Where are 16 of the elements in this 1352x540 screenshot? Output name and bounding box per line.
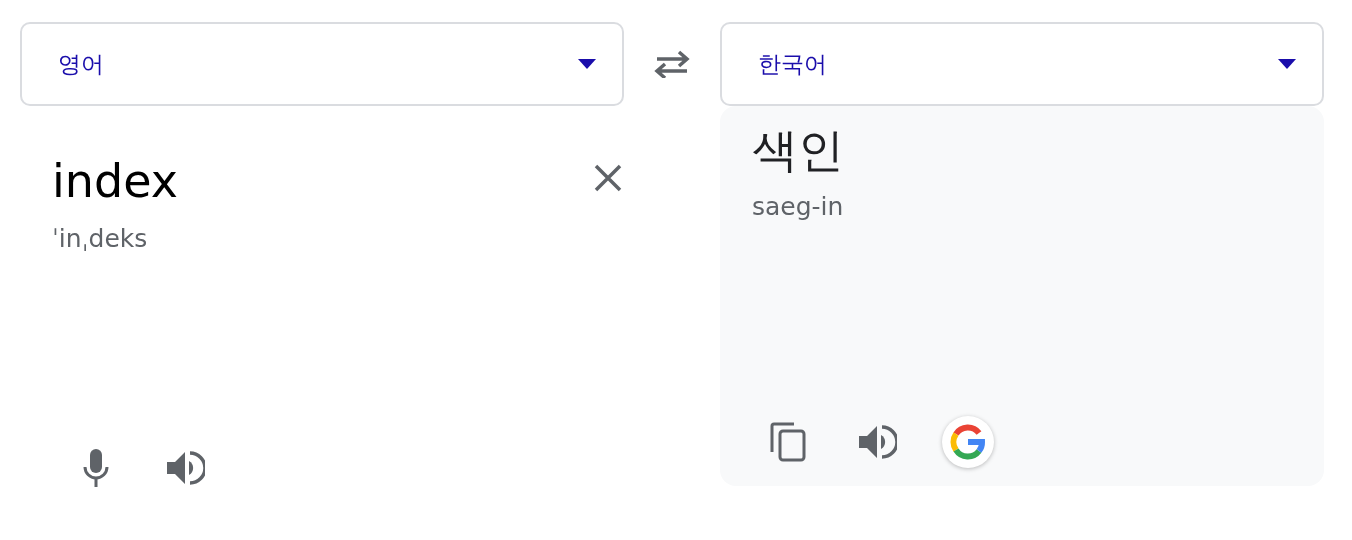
dropdown-caret-icon (1278, 59, 1296, 69)
logo-icon (950, 424, 986, 460)
microphone-icon (82, 449, 110, 487)
language-dropdown[interactable]: 영어 (20, 22, 624, 106)
speaker-icon (167, 450, 205, 486)
copy-icon (770, 422, 806, 462)
dropdown-caret-icon (578, 59, 596, 69)
translation-text: 색인 (752, 122, 845, 179)
close-icon (594, 164, 622, 192)
romanization-text: saeg-in (752, 192, 845, 221)
pronunciation-text: ˈinˌdeks (52, 224, 149, 253)
speaker-icon (859, 424, 897, 460)
language-dropdown[interactable]: 한국어 (720, 22, 1324, 106)
logo-button[interactable] (942, 416, 994, 468)
swap-arrows-icon (653, 50, 691, 78)
source-text: index (52, 154, 178, 208)
